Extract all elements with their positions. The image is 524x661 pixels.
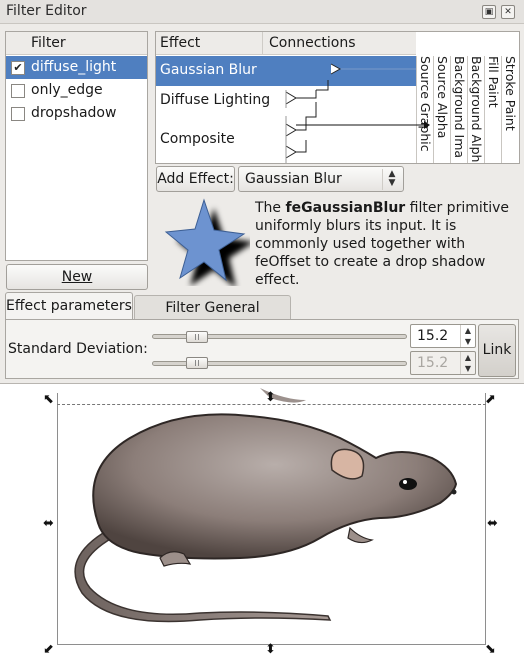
- effect-type-select[interactable]: Gaussian Blur ▲ ▼: [238, 166, 404, 192]
- filter-item-diffuse-light[interactable]: ✔ diffuse_light: [6, 56, 147, 79]
- filter-list-header[interactable]: Filter: [6, 32, 147, 55]
- filter-item-dropshadow[interactable]: dropshadow: [6, 102, 147, 125]
- filter-item-label: diffuse_light: [31, 59, 117, 75]
- resize-handle-top-icon[interactable]: ⬍: [265, 391, 276, 404]
- restore-button[interactable]: ▣: [482, 5, 496, 19]
- spin-arrows-icon[interactable]: ▲ ▼: [460, 325, 475, 347]
- connection-lines: [285, 63, 430, 163]
- filter-enabled-checkbox[interactable]: [11, 84, 25, 98]
- select-arrows-icon: ▲ ▼: [382, 169, 401, 190]
- description-primitive-name: feGaussianBlur: [285, 200, 406, 216]
- std-deviation-y-spinbox: 15.2 ▲ ▼: [410, 351, 476, 375]
- std-deviation-x-value: 15.2: [417, 328, 449, 344]
- new-filter-button[interactable]: New: [6, 264, 148, 290]
- effect-list[interactable]: Effect Connections Gaussian Blur Diffuse…: [155, 31, 520, 164]
- description-prefix: The: [255, 200, 286, 216]
- filter-enabled-checkbox[interactable]: ✔: [11, 61, 25, 75]
- tab-effect-parameters[interactable]: Effect parameters: [5, 292, 133, 320]
- effect-description: The feGaussianBlur filter primitive unif…: [255, 199, 519, 289]
- resize-handle-right-icon[interactable]: ⬌: [487, 517, 498, 530]
- std-deviation-x-spinbox[interactable]: 15.2 ▲ ▼: [410, 324, 476, 348]
- filter-item-only-edge[interactable]: only_edge: [6, 79, 147, 102]
- title-bar: Filter Editor ▣ ✕: [0, 0, 524, 24]
- link-button[interactable]: Link: [478, 324, 516, 377]
- new-filter-button-label: New: [61, 269, 93, 285]
- window-title: Filter Editor: [6, 3, 87, 19]
- resize-handle-top-left-icon[interactable]: ⬉: [43, 393, 54, 406]
- std-deviation-y-value: 15.2: [417, 355, 449, 371]
- filter-item-label: dropshadow: [31, 105, 117, 121]
- filter-column-label: Filter: [31, 35, 66, 51]
- resize-handle-bottom-right-icon[interactable]: ⬊: [485, 643, 496, 656]
- filter-item-label: only_edge: [31, 82, 103, 98]
- filter-enabled-checkbox[interactable]: [11, 107, 25, 121]
- resize-handle-bottom-left-icon[interactable]: ⬋: [43, 643, 54, 656]
- std-deviation-y-slider-thumb[interactable]: [186, 357, 208, 369]
- resize-handle-top-right-icon[interactable]: ⬈: [485, 393, 496, 406]
- filter-editor-dialog: Filter Editor ▣ ✕ Filter ✔ diffuse_light…: [0, 0, 524, 384]
- rat-image[interactable]: [60, 388, 520, 633]
- effect-preview-star-icon: [164, 198, 250, 286]
- effect-type-value: Gaussian Blur: [245, 171, 342, 187]
- add-effect-button[interactable]: Add Effect:: [156, 166, 235, 192]
- resize-handle-left-icon[interactable]: ⬌: [43, 517, 54, 530]
- resize-handle-bottom-icon[interactable]: ⬍: [265, 643, 276, 656]
- std-deviation-x-slider-thumb[interactable]: [186, 331, 208, 343]
- standard-deviation-label: Standard Deviation:: [8, 341, 148, 357]
- close-button[interactable]: ✕: [501, 5, 515, 19]
- filter-list[interactable]: Filter ✔ diffuse_light only_edge dropsha…: [5, 31, 148, 261]
- spin-arrows-icon: ▲ ▼: [460, 352, 475, 374]
- tab-filter-general-settings[interactable]: Filter General Settings: [134, 295, 291, 340]
